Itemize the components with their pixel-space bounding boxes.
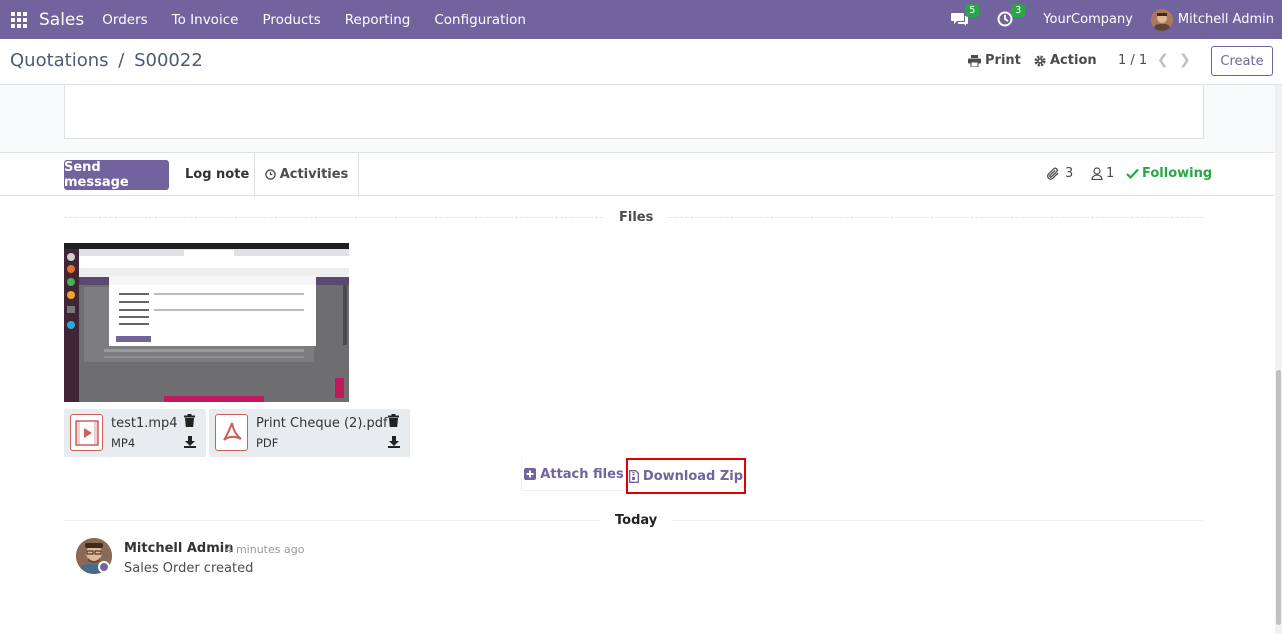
app-brand[interactable]: Sales <box>39 10 84 30</box>
activities-badge: 3 <box>1011 3 1026 17</box>
form-sheet <box>64 85 1204 139</box>
attachment-type: MP4 <box>111 436 136 450</box>
print-icon <box>968 54 981 67</box>
menu-orders[interactable]: Orders <box>102 12 147 28</box>
activities-button[interactable]: Activities <box>254 152 359 197</box>
send-message-button[interactable]: Send message <box>64 160 169 190</box>
breadcrumb-quotations[interactable]: Quotations <box>10 50 109 71</box>
paperclip-icon <box>1047 167 1059 180</box>
pager-previous-icon[interactable]: ❮ <box>1157 52 1169 68</box>
image-attachment-thumbnail[interactable] <box>64 243 349 402</box>
action-label: Action <box>1050 53 1097 68</box>
online-status-dot <box>98 561 110 573</box>
chatter-topbar: Send message Log note Activities 3 1 Fol… <box>0 152 1275 197</box>
control-panel: Quotations / S00022 Print Action 1 / 1 ❮… <box>0 39 1282 85</box>
activities-label: Activities <box>279 167 349 182</box>
message-body: Sales Order created <box>124 561 254 576</box>
attach-files-label: Attach files <box>540 466 624 482</box>
attachment-card-mp4[interactable]: test1.mp4 MP4 <box>64 409 206 457</box>
zip-file-icon <box>628 469 639 483</box>
breadcrumb-separator: / <box>118 50 125 71</box>
video-file-icon <box>70 414 103 451</box>
download-zip-button[interactable]: Download Zip <box>626 458 746 494</box>
files-title: Files <box>605 210 668 225</box>
company-switcher[interactable]: YourCompany <box>1043 12 1133 27</box>
messages-badge: 5 <box>965 3 980 17</box>
print-label: Print <box>985 53 1021 68</box>
menu-to-invoice[interactable]: To Invoice <box>172 12 239 28</box>
clock-icon <box>264 169 276 180</box>
activities-clock-icon[interactable]: 3 <box>997 3 1026 29</box>
breadcrumb: Quotations / S00022 <box>10 50 203 71</box>
pager-value[interactable]: 1 / 1 <box>1118 53 1147 68</box>
gear-icon <box>1034 55 1046 66</box>
form-content: Send message Log note Activities 3 1 Fol… <box>0 85 1275 634</box>
attach-files-button[interactable]: Attach files <box>521 458 626 491</box>
download-zip-label: Download Zip <box>642 468 744 484</box>
menu-reporting[interactable]: Reporting <box>345 12 411 28</box>
delete-attachment-icon[interactable] <box>184 414 196 428</box>
log-note-button[interactable]: Log note <box>185 167 249 182</box>
create-button[interactable]: Create <box>1211 46 1273 76</box>
scrollbar-thumb[interactable] <box>1276 370 1281 625</box>
menu-configuration[interactable]: Configuration <box>434 12 526 28</box>
print-button[interactable]: Print <box>968 53 1021 68</box>
apps-menu-icon[interactable] <box>11 11 27 28</box>
breadcrumb-current: S00022 <box>134 50 203 71</box>
pdf-file-icon <box>215 414 248 451</box>
following-button[interactable]: Following <box>1126 166 1212 181</box>
followers-count: 1 <box>1106 166 1115 181</box>
check-icon <box>1126 168 1139 179</box>
plus-square-icon <box>524 468 537 480</box>
menu-products[interactable]: Products <box>262 12 320 28</box>
user-icon <box>1091 167 1103 180</box>
followers-button[interactable]: 1 <box>1091 166 1114 181</box>
attachment-type: PDF <box>256 436 279 450</box>
user-menu[interactable]: Mitchell Admin <box>1178 12 1274 27</box>
attachments-count: 3 <box>1065 166 1074 181</box>
top-navbar: Sales Orders To Invoice Products Reporti… <box>0 0 1282 39</box>
message-time: - 4 minutes ago <box>218 543 305 556</box>
messages-icon[interactable]: 5 <box>951 3 980 29</box>
user-avatar[interactable] <box>1150 8 1173 31</box>
pager-next-icon[interactable]: ❯ <box>1179 52 1191 68</box>
attachment-card-pdf[interactable]: Print Cheque (2).pdf PDF <box>209 409 410 457</box>
attachment-name: test1.mp4 <box>111 416 178 431</box>
following-label: Following <box>1142 166 1213 181</box>
date-separator: Today <box>601 513 672 528</box>
download-attachment-icon[interactable] <box>184 436 196 449</box>
attachments-count-button[interactable]: 3 <box>1046 166 1073 181</box>
page-scrollbar[interactable] <box>1275 85 1282 634</box>
action-button[interactable]: Action <box>1034 53 1097 68</box>
delete-attachment-icon[interactable] <box>388 414 400 428</box>
attachment-name: Print Cheque (2).pdf <box>256 416 388 431</box>
download-attachment-icon[interactable] <box>388 436 400 449</box>
